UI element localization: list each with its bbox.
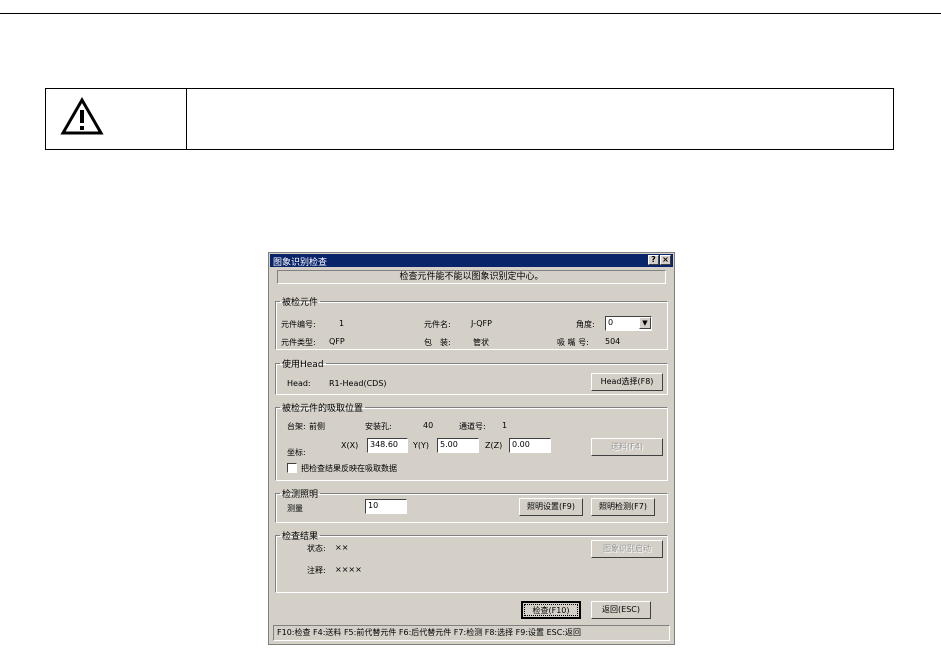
package-value: 管状 [473, 338, 489, 347]
component-name-value: J-QFP [471, 319, 492, 328]
measure-label: 测量 [287, 504, 303, 513]
note-label: 注释: [307, 566, 326, 575]
component-name-label: 元件名: [424, 320, 451, 329]
measure-input[interactable]: 10 [365, 499, 407, 514]
image-recognition-dialog: 图象识别检查 ? × 检查元件能不能以图象识别定中心。 被检元件 元件编号: 1… [268, 252, 675, 645]
channel-label: 通道号: [459, 422, 486, 431]
check-button[interactable]: 检查(F10) [521, 601, 581, 619]
status-value: ×× [335, 543, 349, 552]
feed-button[interactable]: 送料(F4) [591, 438, 663, 456]
component-type-value: QFP [329, 337, 345, 346]
angle-label: 角度: [576, 320, 595, 329]
hole-value: 40 [423, 421, 434, 430]
component-num-value: 1 [339, 319, 345, 328]
pickup-legend: 被检元件的吸取位置 [282, 404, 364, 414]
nozzle-value: 504 [605, 337, 621, 346]
z-input[interactable]: 0.00 [509, 438, 551, 453]
hole-label: 安装孔: [365, 422, 392, 431]
warning-box [45, 88, 894, 150]
message-bar: 检查元件能不能以图象识别定中心。 [277, 270, 666, 284]
warning-divider [186, 89, 187, 149]
rack-value: 前侧 [309, 422, 325, 431]
z-label: Z(Z) [485, 441, 503, 450]
return-button[interactable]: 返回(ESC) [591, 601, 651, 619]
package-label: 包 装: [424, 338, 451, 347]
component-type-label: 元件类型: [281, 338, 316, 347]
head-value: R1-Head(CDS) [329, 379, 387, 388]
dialog-titlebar: 图象识别检查 ? × [270, 254, 673, 268]
lighting-setting-button[interactable]: 照明设置(F9) [519, 498, 583, 516]
x-input[interactable]: 348.60 [367, 438, 408, 453]
note-value: ×××× [335, 565, 362, 574]
status-label: 状态: [307, 544, 326, 553]
top-rule [0, 13, 941, 14]
component-legend: 被检元件 [282, 298, 319, 308]
head-label: Head: [287, 379, 311, 388]
dialog-title: 图象识别检查 [273, 258, 328, 268]
close-button[interactable]: × [660, 255, 671, 265]
warning-triangle-icon [60, 97, 104, 135]
channel-value: 1 [502, 421, 508, 430]
nozzle-label: 吸 嘴 号: [557, 338, 589, 347]
reflect-label: 把检查结果反映在吸取数据 [301, 464, 397, 473]
x-label: X(X) [341, 441, 359, 450]
recognition-start-button[interactable]: 图象识别启动 [591, 540, 663, 558]
y-input[interactable]: 5.00 [437, 438, 479, 453]
result-legend: 检查结果 [282, 532, 319, 542]
head-legend: 使用Head [282, 360, 324, 370]
lighting-check-button[interactable]: 照明检测(F7) [591, 498, 655, 516]
lighting-legend: 检测照明 [282, 490, 319, 500]
chevron-down-icon[interactable]: ▼ [639, 317, 651, 329]
coord-label: 坐标: [287, 448, 306, 457]
help-button[interactable]: ? [648, 255, 659, 265]
result-group: 检查结果 [275, 529, 668, 593]
reflect-checkbox[interactable] [287, 463, 297, 473]
head-select-button[interactable]: Head选择(F8) [591, 373, 663, 391]
angle-value: 0 [608, 318, 614, 327]
rack-label: 台架: [287, 422, 306, 431]
status-bar: F10:检查 F4:送料 F5:前代替元件 F6:后代替元件 F7:检测 F8:… [273, 625, 670, 641]
y-label: Y(Y) [413, 441, 430, 450]
component-num-label: 元件编号: [281, 320, 316, 329]
